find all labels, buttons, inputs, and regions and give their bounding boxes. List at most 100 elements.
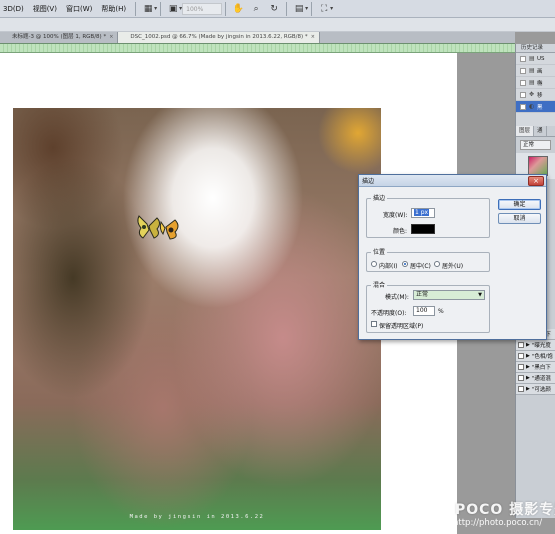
action-checkbox[interactable] (518, 386, 524, 392)
action-row[interactable]: ▶ "曝光度 (516, 340, 555, 351)
history-row-label: 黑 (537, 104, 543, 111)
expand-triangle-icon[interactable]: ▶ (526, 375, 530, 381)
zoom-tool-icon[interactable]: ⌕ (247, 2, 265, 16)
photo-image: Made by jingsin in 2013.6.22 (13, 108, 381, 530)
layer-thumbnail (528, 156, 548, 176)
site-watermark-url: http://photo.poco.cn/ (453, 518, 543, 528)
rotate-view-icon[interactable]: ↻ (265, 2, 283, 16)
history-panel-tab[interactable]: 历史记录 (516, 44, 555, 53)
action-row[interactable]: ▶ "可选颜 (516, 384, 555, 395)
history-panel: 历史记录 ▤ US ▤ 画 ▤ 椭 ✥ 移 ◐ 黑 (515, 44, 555, 126)
snapshot-checkbox[interactable] (520, 91, 526, 98)
menu-window[interactable]: 窗口(W) (63, 0, 98, 18)
width-value: 1 px (414, 209, 430, 216)
photo-caption: Made by jingsin in 2013.6.22 (129, 514, 265, 520)
color-label: 颜色: (393, 228, 408, 235)
opacity-label: 不透明度(O): (371, 310, 407, 317)
radio-outside[interactable] (434, 261, 440, 267)
preserve-transparency-checkbox[interactable] (371, 321, 377, 327)
document-tab[interactable]: 未标题-3 @ 100% (图层 1, RGB/8) * × (0, 32, 119, 43)
radio-center[interactable] (402, 261, 408, 267)
radio-inside-label: 内部(I) (379, 263, 398, 270)
action-label: "黑白下 (531, 365, 551, 371)
action-checkbox[interactable] (518, 342, 524, 348)
history-state-icon: ◐ (529, 103, 535, 110)
expand-triangle-icon[interactable]: ▶ (526, 364, 530, 370)
toolbar-separator (286, 1, 288, 16)
action-label: "可选颜 (531, 387, 551, 393)
radio-outside-label: 居外(U) (442, 263, 464, 270)
action-label: "色相/饱 (531, 354, 553, 360)
ok-button[interactable]: 确定 (498, 199, 541, 210)
snapshot-checkbox[interactable] (520, 67, 526, 74)
snapshot-checkbox[interactable] (520, 55, 526, 62)
zoom-field[interactable]: 100% (182, 2, 223, 15)
expand-triangle-icon[interactable]: ▶ (526, 353, 530, 359)
expand-triangle-icon[interactable]: ▶ (526, 342, 530, 348)
chevron-down-icon[interactable]: ▾ (330, 5, 333, 12)
preserve-transparency-label: 保留透明区域(P) (379, 323, 424, 330)
width-label: 宽度(W): (383, 212, 408, 219)
menu-view[interactable]: 视图(V) (30, 0, 63, 18)
opacity-input[interactable]: 100 (413, 306, 435, 316)
stroke-group-legend: 描边 (371, 193, 388, 202)
layer-blend-mode-select[interactable]: 正常 (520, 140, 551, 150)
toolbar-separator (160, 1, 162, 16)
close-icon[interactable]: × (311, 34, 315, 40)
butterflies-image (137, 215, 179, 240)
snapshot-checkbox[interactable] (520, 79, 526, 86)
history-row[interactable]: ▤ 椭 (516, 77, 555, 89)
menu-help[interactable]: 帮助(H) (98, 0, 132, 18)
document-tab-bar: 未标题-3 @ 100% (图层 1, RGB/8) * × DSC_1002.p… (0, 32, 515, 44)
tab-channels[interactable]: 通 (534, 126, 547, 136)
site-watermark-title: POCO 摄影专题 (455, 502, 555, 518)
history-state-icon: ▤ (529, 67, 535, 74)
toolbar-separator (225, 1, 227, 16)
hand-tool-icon[interactable]: ✋ (229, 2, 247, 16)
blend-mode-select[interactable]: 正常 ▼ (413, 290, 485, 300)
radio-inside[interactable] (371, 261, 377, 267)
options-bar (0, 18, 555, 32)
history-row[interactable]: ✥ 移 (516, 89, 555, 101)
chevron-down-icon[interactable]: ▾ (305, 5, 308, 12)
menu-bar: 3D(D) 视图(V) 窗口(W) 帮助(H) ▦ ▾ ▣ ▾ 100% ✋ ⌕ ↻… (0, 0, 555, 18)
document-tab-label: DSC_1002.psd @ 66.7% (Made by jingsin in… (130, 34, 308, 40)
history-row-label: 椭 (537, 80, 543, 87)
tab-layers[interactable]: 图层 (516, 126, 535, 136)
move-tool-icon: ✥ (529, 91, 535, 98)
history-row-label: US (537, 55, 545, 62)
history-row[interactable]: ▤ 画 (516, 65, 555, 77)
action-label: "曝光度 (531, 343, 551, 349)
action-checkbox[interactable] (518, 375, 524, 381)
site-watermark: POCO 摄影专题 http://photo.poco.cn/ (451, 499, 555, 534)
history-row[interactable]: ▤ US (516, 53, 555, 65)
action-checkbox[interactable] (518, 364, 524, 370)
close-icon[interactable]: × (528, 175, 544, 186)
stroke-dialog: 描边 × 描边 宽度(W): 1 px 颜色: 位置 内部(I) 居中(C) 居… (358, 174, 547, 340)
close-icon[interactable]: × (109, 34, 113, 40)
action-checkbox[interactable] (518, 353, 524, 359)
dialog-titlebar[interactable]: 描边 × (359, 175, 546, 187)
action-row[interactable]: ▶ "黑白下 (516, 362, 555, 373)
action-row[interactable]: ▶ "通道混 (516, 373, 555, 384)
toolbar-separator (135, 1, 137, 16)
document-tab-active[interactable]: DSC_1002.psd @ 66.7% (Made by jingsin in… (118, 32, 320, 43)
opacity-unit: % (438, 308, 444, 315)
stroke-color-swatch[interactable] (411, 224, 435, 234)
menu-3d[interactable]: 3D(D) (0, 0, 30, 18)
cancel-button[interactable]: 取消 (498, 213, 541, 224)
snapshot-checkbox[interactable] (520, 103, 526, 110)
dialog-title: 描边 (362, 178, 375, 185)
chevron-down-icon: ▼ (478, 292, 482, 298)
width-input[interactable]: 1 px (411, 208, 435, 218)
action-row[interactable]: ▶ "色相/饱 (516, 351, 555, 362)
radio-center-label: 居中(C) (410, 263, 431, 270)
toolbar-separator (311, 1, 313, 16)
expand-triangle-icon[interactable]: ▶ (526, 386, 530, 392)
panel-tabs: 图层 通 (516, 126, 555, 137)
history-state-icon: ▤ (529, 79, 535, 86)
chevron-down-icon[interactable]: ▾ (154, 5, 157, 12)
document-tab-label: 未标题-3 @ 100% (图层 1, RGB/8) * (12, 34, 107, 40)
history-row-label: 画 (537, 68, 543, 75)
history-row-selected[interactable]: ◐ 黑 (516, 101, 555, 113)
